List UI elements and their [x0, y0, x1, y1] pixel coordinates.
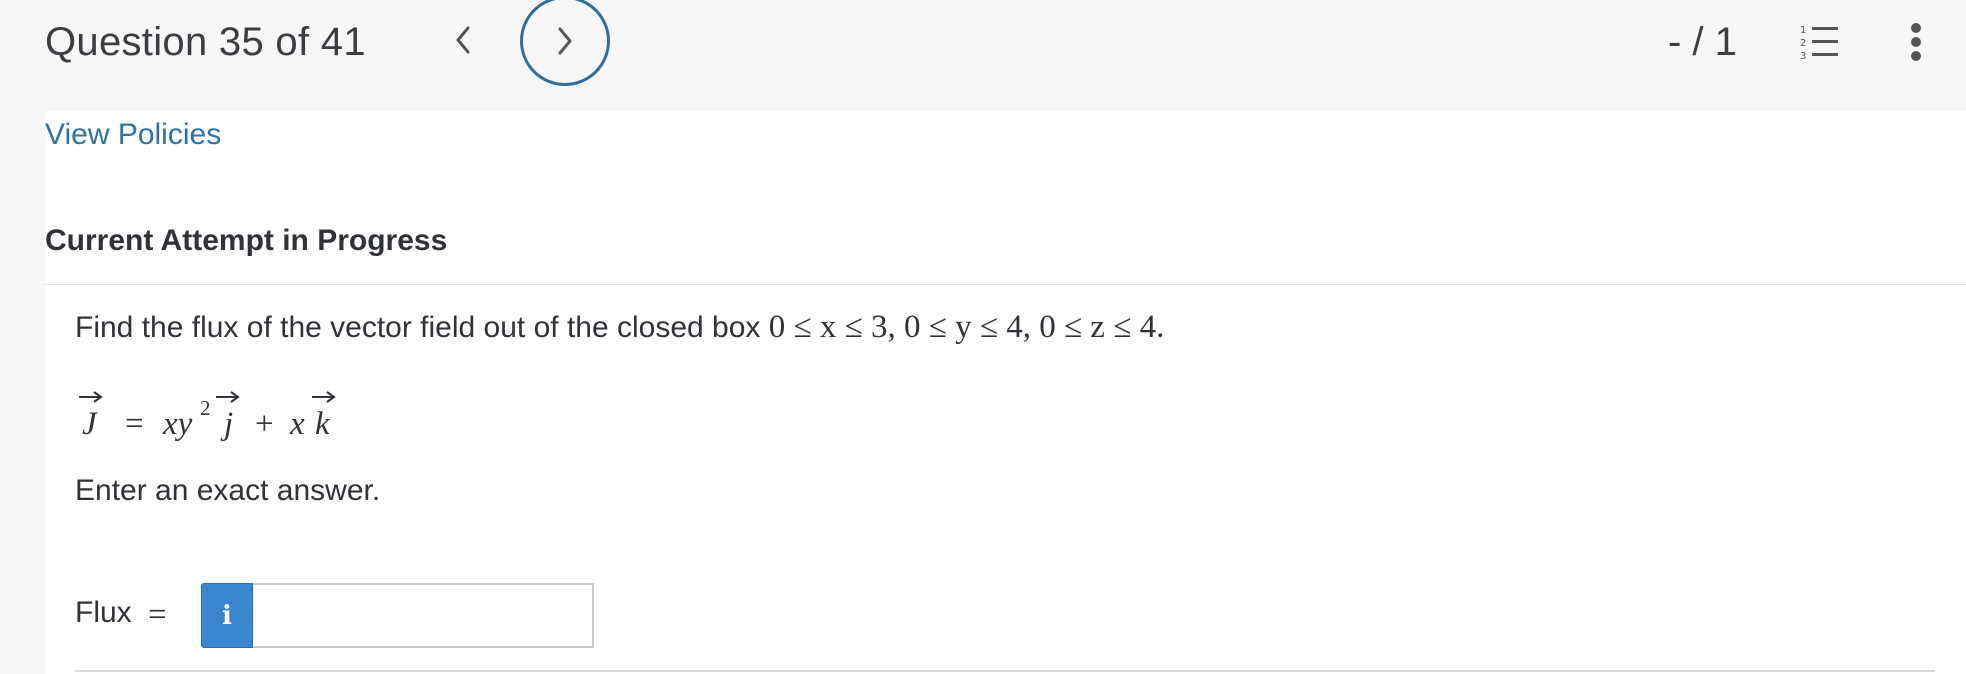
info-button[interactable]: i	[201, 583, 253, 648]
field-symbol: J	[82, 406, 97, 442]
numbered-list-icon: 1 2 3	[1800, 25, 1838, 62]
more-vertical-icon	[1911, 23, 1921, 61]
question-score: - / 1	[1668, 20, 1737, 64]
more-options-button[interactable]	[1904, 20, 1928, 64]
previous-question-button[interactable]	[443, 18, 483, 62]
list-digit: 2	[1800, 38, 1806, 49]
flux-answer-input[interactable]	[253, 583, 594, 648]
next-question-button[interactable]	[520, 0, 610, 86]
question-title: Question 35 of 41	[45, 20, 366, 64]
list-digit: 1	[1800, 25, 1806, 36]
list-digit: 3	[1800, 51, 1806, 62]
box-bounds: 0 ≤ x ≤ 3, 0 ≤ y ≤ 4, 0 ≤ z ≤ 4.	[768, 309, 1165, 345]
chevron-left-icon	[456, 26, 470, 54]
term1-variables: xy	[163, 406, 193, 442]
unit-vector-j: j	[224, 406, 234, 442]
info-icon: i	[222, 600, 232, 631]
term2-variable: x	[290, 406, 305, 442]
attempt-heading: Current Attempt in Progress	[45, 224, 448, 257]
question-prompt-text: Find the flux of the vector field out of…	[75, 311, 761, 344]
question-list-button[interactable]: 1 2 3	[1798, 22, 1842, 62]
vector-arrow-icon	[216, 391, 240, 403]
answer-instruction: Enter an exact answer.	[75, 474, 381, 507]
view-policies-link[interactable]: View Policies	[45, 114, 221, 156]
term1-exponent: 2	[200, 396, 211, 420]
vector-arrow-icon	[312, 391, 336, 403]
equals-sign: =	[125, 406, 144, 442]
flux-equals-sign: =	[148, 597, 167, 633]
divider	[75, 670, 1935, 672]
chevron-right-icon	[558, 27, 572, 55]
divider	[45, 284, 1966, 285]
plus-sign: +	[255, 406, 274, 442]
vector-arrow-icon	[79, 391, 103, 403]
unit-vector-k: k	[315, 406, 330, 442]
flux-label: Flux	[75, 596, 132, 629]
question-prompt: Find the flux of the vector field out of…	[75, 306, 1164, 349]
